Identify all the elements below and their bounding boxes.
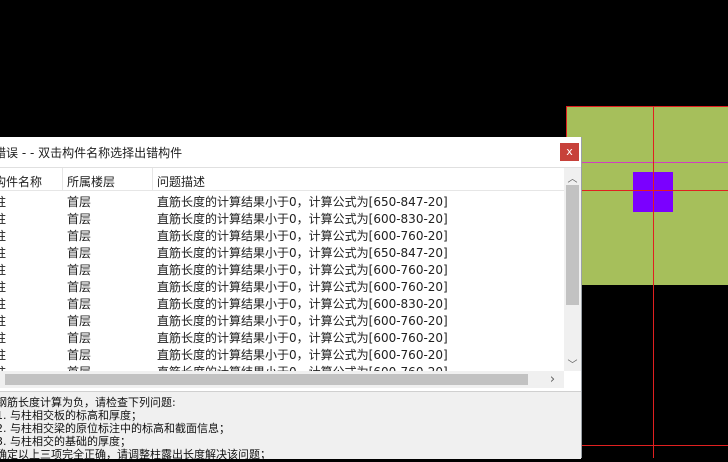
cell-name[interactable]: 柱 — [0, 244, 6, 261]
horizontal-scrollbar[interactable]: › — [0, 371, 564, 388]
table-row[interactable]: 柱 首层 直筋长度的计算结果小于0，计算公式为[600-760-20] — [0, 260, 564, 277]
cell-name[interactable]: 柱 — [0, 295, 6, 312]
horizontal-scroll-thumb[interactable] — [5, 374, 528, 385]
cell-name[interactable]: 柱 — [0, 312, 6, 329]
column-divider[interactable] — [62, 168, 63, 190]
axis-line-horizontal-bottom — [566, 445, 728, 446]
error-dialog: 错误 - - 双击构件名称选择出错构件 x 构件名称 所属楼层 问题描述 柱 首… — [0, 137, 582, 461]
cell-description: 直筋长度的计算结果小于0，计算公式为[650-847-20] — [157, 195, 448, 209]
cell-description: 直筋长度的计算结果小于0，计算公式为[600-830-20] — [157, 212, 448, 226]
cell-floor: 首层 — [67, 331, 92, 345]
cell-description: 直筋长度的计算结果小于0，计算公式为[600-760-20] — [157, 363, 448, 371]
extension-line — [566, 162, 728, 163]
cell-floor: 首层 — [67, 280, 92, 294]
scroll-up-icon[interactable]: ︿ — [564, 170, 581, 185]
column-header-description[interactable]: 问题描述 — [157, 173, 205, 190]
cell-floor: 首层 — [67, 263, 92, 277]
vertical-scrollbar[interactable]: ︿ ﹀ — [564, 168, 581, 371]
cell-floor: 首层 — [67, 297, 92, 311]
cell-name[interactable]: 柱 — [0, 193, 6, 210]
error-list: 构件名称 所属楼层 问题描述 柱 首层 直筋长度的计算结果小于0，计算公式为[6… — [0, 168, 564, 371]
cell-description: 直筋长度的计算结果小于0，计算公式为[600-760-20] — [157, 263, 448, 277]
axis-line-horizontal-top — [566, 106, 728, 107]
cell-floor: 首层 — [67, 314, 92, 328]
cell-description: 直筋长度的计算结果小于0，计算公式为[600-760-20] — [157, 280, 448, 294]
table-row[interactable]: 柱 首层 直筋长度的计算结果小于0，计算公式为[600-830-20] — [0, 294, 564, 311]
cell-description: 直筋长度的计算结果小于0，计算公式为[600-760-20] — [157, 229, 448, 243]
dialog-title: 错误 - - 双击构件名称选择出错构件 — [0, 146, 183, 160]
column-header-floor[interactable]: 所属楼层 — [67, 173, 115, 190]
table-row[interactable]: 柱 首层 直筋长度的计算结果小于0，计算公式为[600-760-20] — [0, 362, 564, 371]
table-row[interactable]: 柱 首层 直筋长度的计算结果小于0，计算公式为[600-760-20] — [0, 226, 564, 243]
cell-name[interactable]: 柱 — [0, 278, 6, 295]
cell-name[interactable]: 柱 — [0, 227, 6, 244]
cell-name[interactable]: 柱 — [0, 363, 6, 371]
table-row[interactable]: 柱 首层 直筋长度的计算结果小于0，计算公式为[650-847-20] — [0, 243, 564, 260]
cell-description: 直筋长度的计算结果小于0，计算公式为[600-760-20] — [157, 331, 448, 345]
column-header-name[interactable]: 构件名称 — [0, 173, 42, 190]
table-row[interactable]: 柱 首层 直筋长度的计算结果小于0，计算公式为[600-760-20] — [0, 345, 564, 362]
cell-floor: 首层 — [67, 348, 92, 362]
cell-floor: 首层 — [67, 229, 92, 243]
cell-name[interactable]: 柱 — [0, 329, 6, 346]
cell-description: 直筋长度的计算结果小于0，计算公式为[600-830-20] — [157, 297, 448, 311]
cell-floor: 首层 — [67, 212, 92, 226]
scroll-down-icon[interactable]: ﹀ — [564, 356, 581, 371]
scroll-right-icon[interactable]: › — [544, 372, 561, 387]
cell-description: 直筋长度的计算结果小于0，计算公式为[600-760-20] — [157, 348, 448, 362]
cell-name[interactable]: 柱 — [0, 346, 6, 363]
cell-description: 直筋长度的计算结果小于0，计算公式为[650-847-20] — [157, 246, 448, 260]
cell-floor: 首层 — [67, 195, 92, 209]
cell-description: 直筋长度的计算结果小于0，计算公式为[600-760-20] — [157, 314, 448, 328]
error-description-panel: 钢筋长度计算为负，请检查下列问题: 1. 与柱相交板的标高和厚度； 2. 与柱相… — [0, 391, 581, 461]
cell-floor: 首层 — [67, 363, 91, 371]
table-row[interactable]: 柱 首层 直筋长度的计算结果小于0，计算公式为[600-760-20] — [0, 328, 564, 345]
close-button[interactable]: x — [560, 143, 579, 161]
axis-line-vertical — [653, 106, 654, 458]
table-row[interactable]: 柱 首层 直筋长度的计算结果小于0，计算公式为[600-760-20] — [0, 311, 564, 328]
description-line: 确定以上三项完全正确，请调整柱露出长度解决该问题； — [0, 448, 271, 461]
table-row[interactable]: 柱 首层 直筋长度的计算结果小于0，计算公式为[600-830-20] — [0, 209, 564, 226]
dialog-titlebar[interactable]: 错误 - - 双击构件名称选择出错构件 x — [0, 137, 581, 168]
table-row[interactable]: 柱 首层 直筋长度的计算结果小于0，计算公式为[650-847-20] — [0, 192, 564, 209]
cell-name[interactable]: 柱 — [0, 261, 6, 278]
axis-line-horizontal — [566, 190, 728, 191]
column-divider[interactable] — [152, 168, 153, 190]
vertical-scroll-thumb[interactable] — [566, 185, 579, 305]
cell-floor: 首层 — [67, 246, 92, 260]
list-header: 构件名称 所属楼层 问题描述 — [0, 168, 564, 191]
table-row[interactable]: 柱 首层 直筋长度的计算结果小于0，计算公式为[600-760-20] — [0, 277, 564, 294]
cell-name[interactable]: 柱 — [0, 210, 6, 227]
